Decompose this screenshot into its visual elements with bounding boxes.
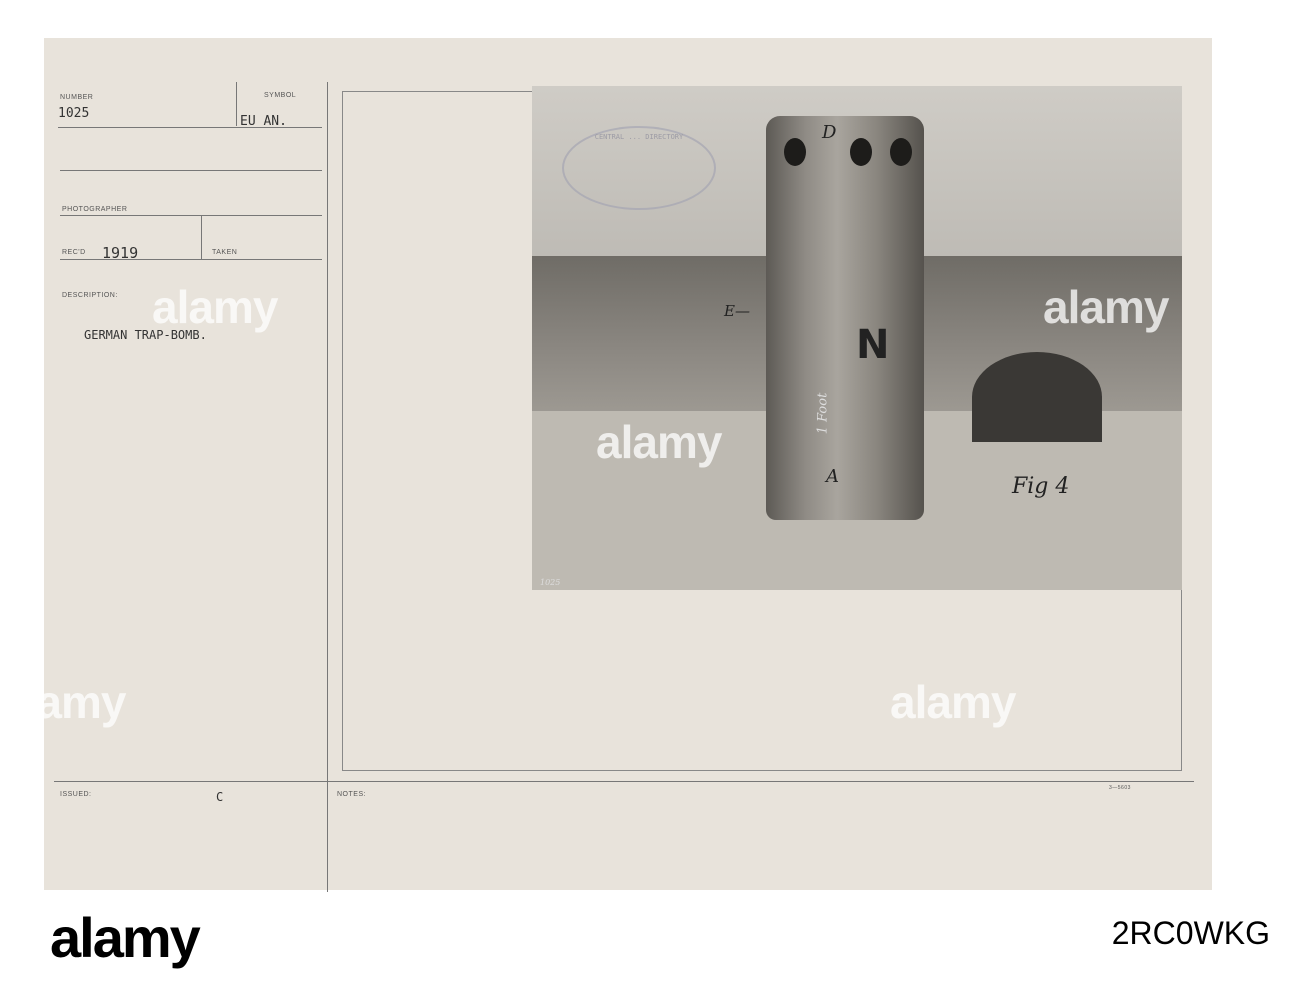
annotation-a: A <box>826 466 839 487</box>
trap-bomb-cylinder: D N 1 Foot A <box>766 116 924 520</box>
photo-corner-number: 1025 <box>540 578 561 587</box>
issued-label: ISSUED: <box>60 791 92 798</box>
divider <box>60 259 322 260</box>
divider <box>54 781 1194 782</box>
watermark: alamy <box>152 281 278 333</box>
annotation-foot: 1 Foot <box>815 392 831 435</box>
divider <box>58 127 322 128</box>
issued-value: C <box>216 790 224 804</box>
annotation-e: E— <box>724 302 750 320</box>
stamp: CENTRAL ... DIRECTORY <box>562 126 716 210</box>
divider <box>236 82 237 126</box>
recd-label: REC'D <box>62 249 86 256</box>
watermark: alamy <box>890 676 1016 728</box>
photographer-label: PHOTOGRAPHER <box>62 206 128 213</box>
hole <box>784 138 806 166</box>
annotation-fig: Fig 4 <box>1012 474 1070 499</box>
annotation-d: D <box>822 122 837 143</box>
shadow <box>972 352 1102 442</box>
annotation-n: N <box>856 322 890 368</box>
watermark: alamy <box>596 416 722 468</box>
divider <box>60 215 322 216</box>
watermark: alamy <box>0 676 126 728</box>
divider <box>327 82 328 892</box>
description-label: DESCRIPTION: <box>62 292 118 299</box>
alamy-logo: alamy <box>50 906 201 969</box>
taken-label: TAKEN <box>212 249 238 256</box>
hole <box>890 138 912 166</box>
photograph: CENTRAL ... DIRECTORY D N 1 Foot A E— Fi… <box>532 86 1182 590</box>
form-number: 3—5603 <box>1109 785 1131 791</box>
symbol-label: SYMBOL <box>264 92 297 99</box>
divider <box>201 215 202 259</box>
image-id: 2RC0WKG <box>1111 915 1270 951</box>
hole <box>850 138 872 166</box>
divider <box>60 170 322 171</box>
notes-label: NOTES: <box>337 791 367 798</box>
number-value: 1025 <box>58 106 90 121</box>
watermark: alamy <box>1043 281 1169 333</box>
number-label: NUMBER <box>60 94 94 101</box>
